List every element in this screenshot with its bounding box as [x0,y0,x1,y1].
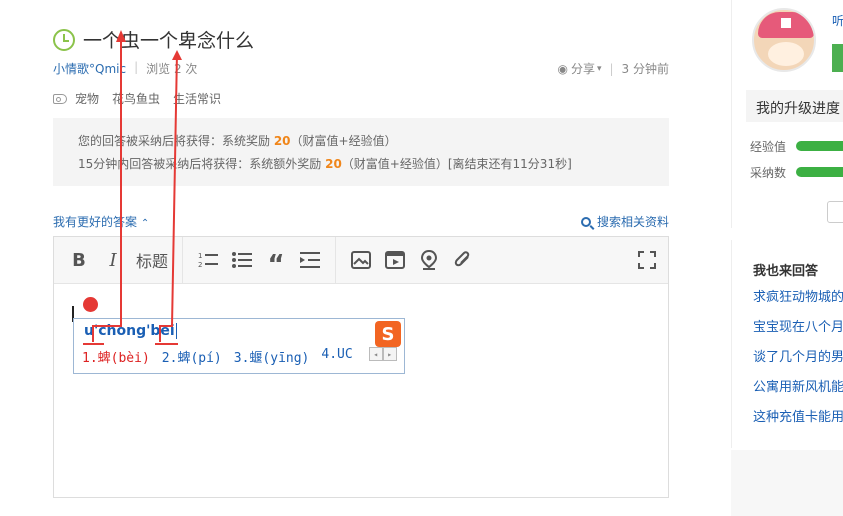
sidebar-username[interactable]: 听 [832,12,843,29]
quote-icon[interactable]: “ [265,249,287,280]
reward-text: 15分钟内回答被采纳后将获得：系统额外奖励 [78,157,326,171]
question-title: 一个虫一个卑念什么 [83,30,255,52]
ime-candidate-popup[interactable]: u'chong'bei S 1.蜱(bèi) 2.蜱(pí) 3.蝘(yīng)… [73,318,405,374]
meta-right: ◉ 分享 ▾ | 3 分钟前 [557,60,669,77]
question-title-row: 一个虫一个卑念什么 [53,26,254,53]
tag-list: 宠物 花鸟鱼虫 生活常识 [53,90,234,107]
svg-text:2: 2 [198,261,202,269]
fullscreen-icon[interactable] [636,249,658,271]
paperclip-icon[interactable] [452,249,474,271]
avatar-face-shape [768,42,804,66]
ime-candidate-list: 1.蜱(bèi) 2.蜱(pí) 3.蝘(yīng) 4.UC ◂ ▸ [74,347,404,366]
share-button[interactable]: 分享 [571,60,595,77]
ime-pager: ◂ ▸ [368,347,397,366]
ime-candidate[interactable]: 1.蜱(bèi) [82,347,150,366]
user-card: 听 我的升级进度 经验值 采纳数 [731,0,843,228]
ime-next-page-button[interactable]: ▸ [382,347,397,361]
ime-caret [175,323,177,339]
reward-text: 您的回答被采纳后将获得：系统奖励 [78,134,274,148]
image-icon[interactable] [350,249,372,271]
post-time: 3 分钟前 [621,62,669,76]
search-icon [580,216,591,227]
suggestion-link[interactable]: 公寓用新风机能 [753,376,843,395]
sogou-logo-icon: S [375,321,401,347]
suggestion-link[interactable]: 谈了几个月的男 [753,346,843,365]
wechat-share-icon[interactable]: ◉ [557,62,567,76]
ime-candidate[interactable]: 4.UC [321,347,352,366]
clock-icon [53,28,75,51]
sidebar-small-button[interactable] [827,201,843,223]
ime-candidate[interactable]: 2.蜱(pí) [162,347,222,366]
exp-progress-bar [796,141,843,151]
upgrade-progress-label: 我的升级进度 [746,90,843,122]
reward-points: 20 [325,157,342,171]
toolbar-divider [182,237,184,283]
tag-item[interactable]: 生活常识 [173,90,221,107]
svg-text:1: 1 [198,252,202,260]
annotation-dot [83,297,98,312]
suggestion-link[interactable]: 宝宝现在八个月 [753,316,843,335]
question-meta: 小情歌°Qmic | 浏览 2 次 ◉ 分享 ▾ | 3 分钟前 [53,60,669,77]
chevron-up-icon: ⌃ [140,218,150,229]
video-icon[interactable] [384,249,406,271]
reward-text: （财富值+经验值）[离结束还有11分31秒] [341,157,572,171]
ime-composition: u'chong'bei [74,319,404,347]
reward-line-2: 15分钟内回答被采纳后将获得：系统额外奖励 20（财富值+经验值）[离结束还有1… [78,153,669,176]
search-related-link[interactable]: 搜索相关资料 [580,213,669,230]
avatar-cross-shape [781,18,791,28]
heading-button[interactable]: 标题 [136,249,168,271]
reward-text: （财富值+经验值） [290,134,397,148]
toolbar-divider [335,237,337,283]
asker-username[interactable]: 小情歌°Qmic [53,60,126,77]
chevron-down-icon[interactable]: ▾ [597,64,602,74]
reward-info-box: 您的回答被采纳后将获得：系统奖励 20（财富值+经验值） 15分钟内回答被采纳后… [53,118,669,186]
editor-toolbar: B I 标题 12 “ [54,237,668,284]
exp-label: 经验值 [750,140,787,154]
better-answer-toggle[interactable]: 我有更好的答案 ⌃ [53,213,149,230]
location-icon[interactable] [418,249,440,271]
ime-candidate[interactable]: 3.蝘(yīng) [234,347,310,366]
view-count: 浏览 2 次 [146,62,198,76]
ime-composition-text: u'chong'bei [84,323,175,339]
tag-icon [53,93,67,104]
suggestion-link[interactable]: 求疯狂动物城的 [753,286,843,305]
avatar[interactable] [752,8,816,72]
sidebar-footer-panel [731,450,843,516]
reward-points: 20 [273,134,291,148]
adopt-progress-bar [796,167,843,177]
tag-item[interactable]: 花鸟鱼虫 [112,90,160,107]
search-related-label: 搜索相关资料 [596,215,669,229]
suggestion-link[interactable]: 这种充值卡能用 [753,406,843,425]
sidebar-action-button[interactable] [832,44,843,72]
better-answer-label: 我有更好的答案 [53,215,138,229]
ime-prev-page-button[interactable]: ◂ [368,347,383,361]
reward-line-1: 您的回答被采纳后将获得：系统奖励 20（财富值+经验值） [78,130,669,153]
unordered-list-icon[interactable] [231,249,253,271]
italic-button[interactable]: I [102,249,124,271]
meta-divider: | [609,61,614,76]
right-sidebar: 听 我的升级进度 经验值 采纳数 我也来回答 求疯狂动物城的 宝宝现在八个月 谈… [731,0,843,516]
indent-icon[interactable] [299,249,321,271]
answer-suggestions: 我也来回答 求疯狂动物城的 宝宝现在八个月 谈了几个月的男 公寓用新风机能 这种… [731,240,843,448]
adopt-label: 采纳数 [750,166,787,180]
bold-button[interactable]: B [68,249,90,271]
tag-item[interactable]: 宠物 [75,90,99,107]
answer-suggestions-title: 我也来回答 [753,264,819,279]
meta-divider: | [134,60,139,74]
ordered-list-icon[interactable]: 12 [197,249,219,271]
